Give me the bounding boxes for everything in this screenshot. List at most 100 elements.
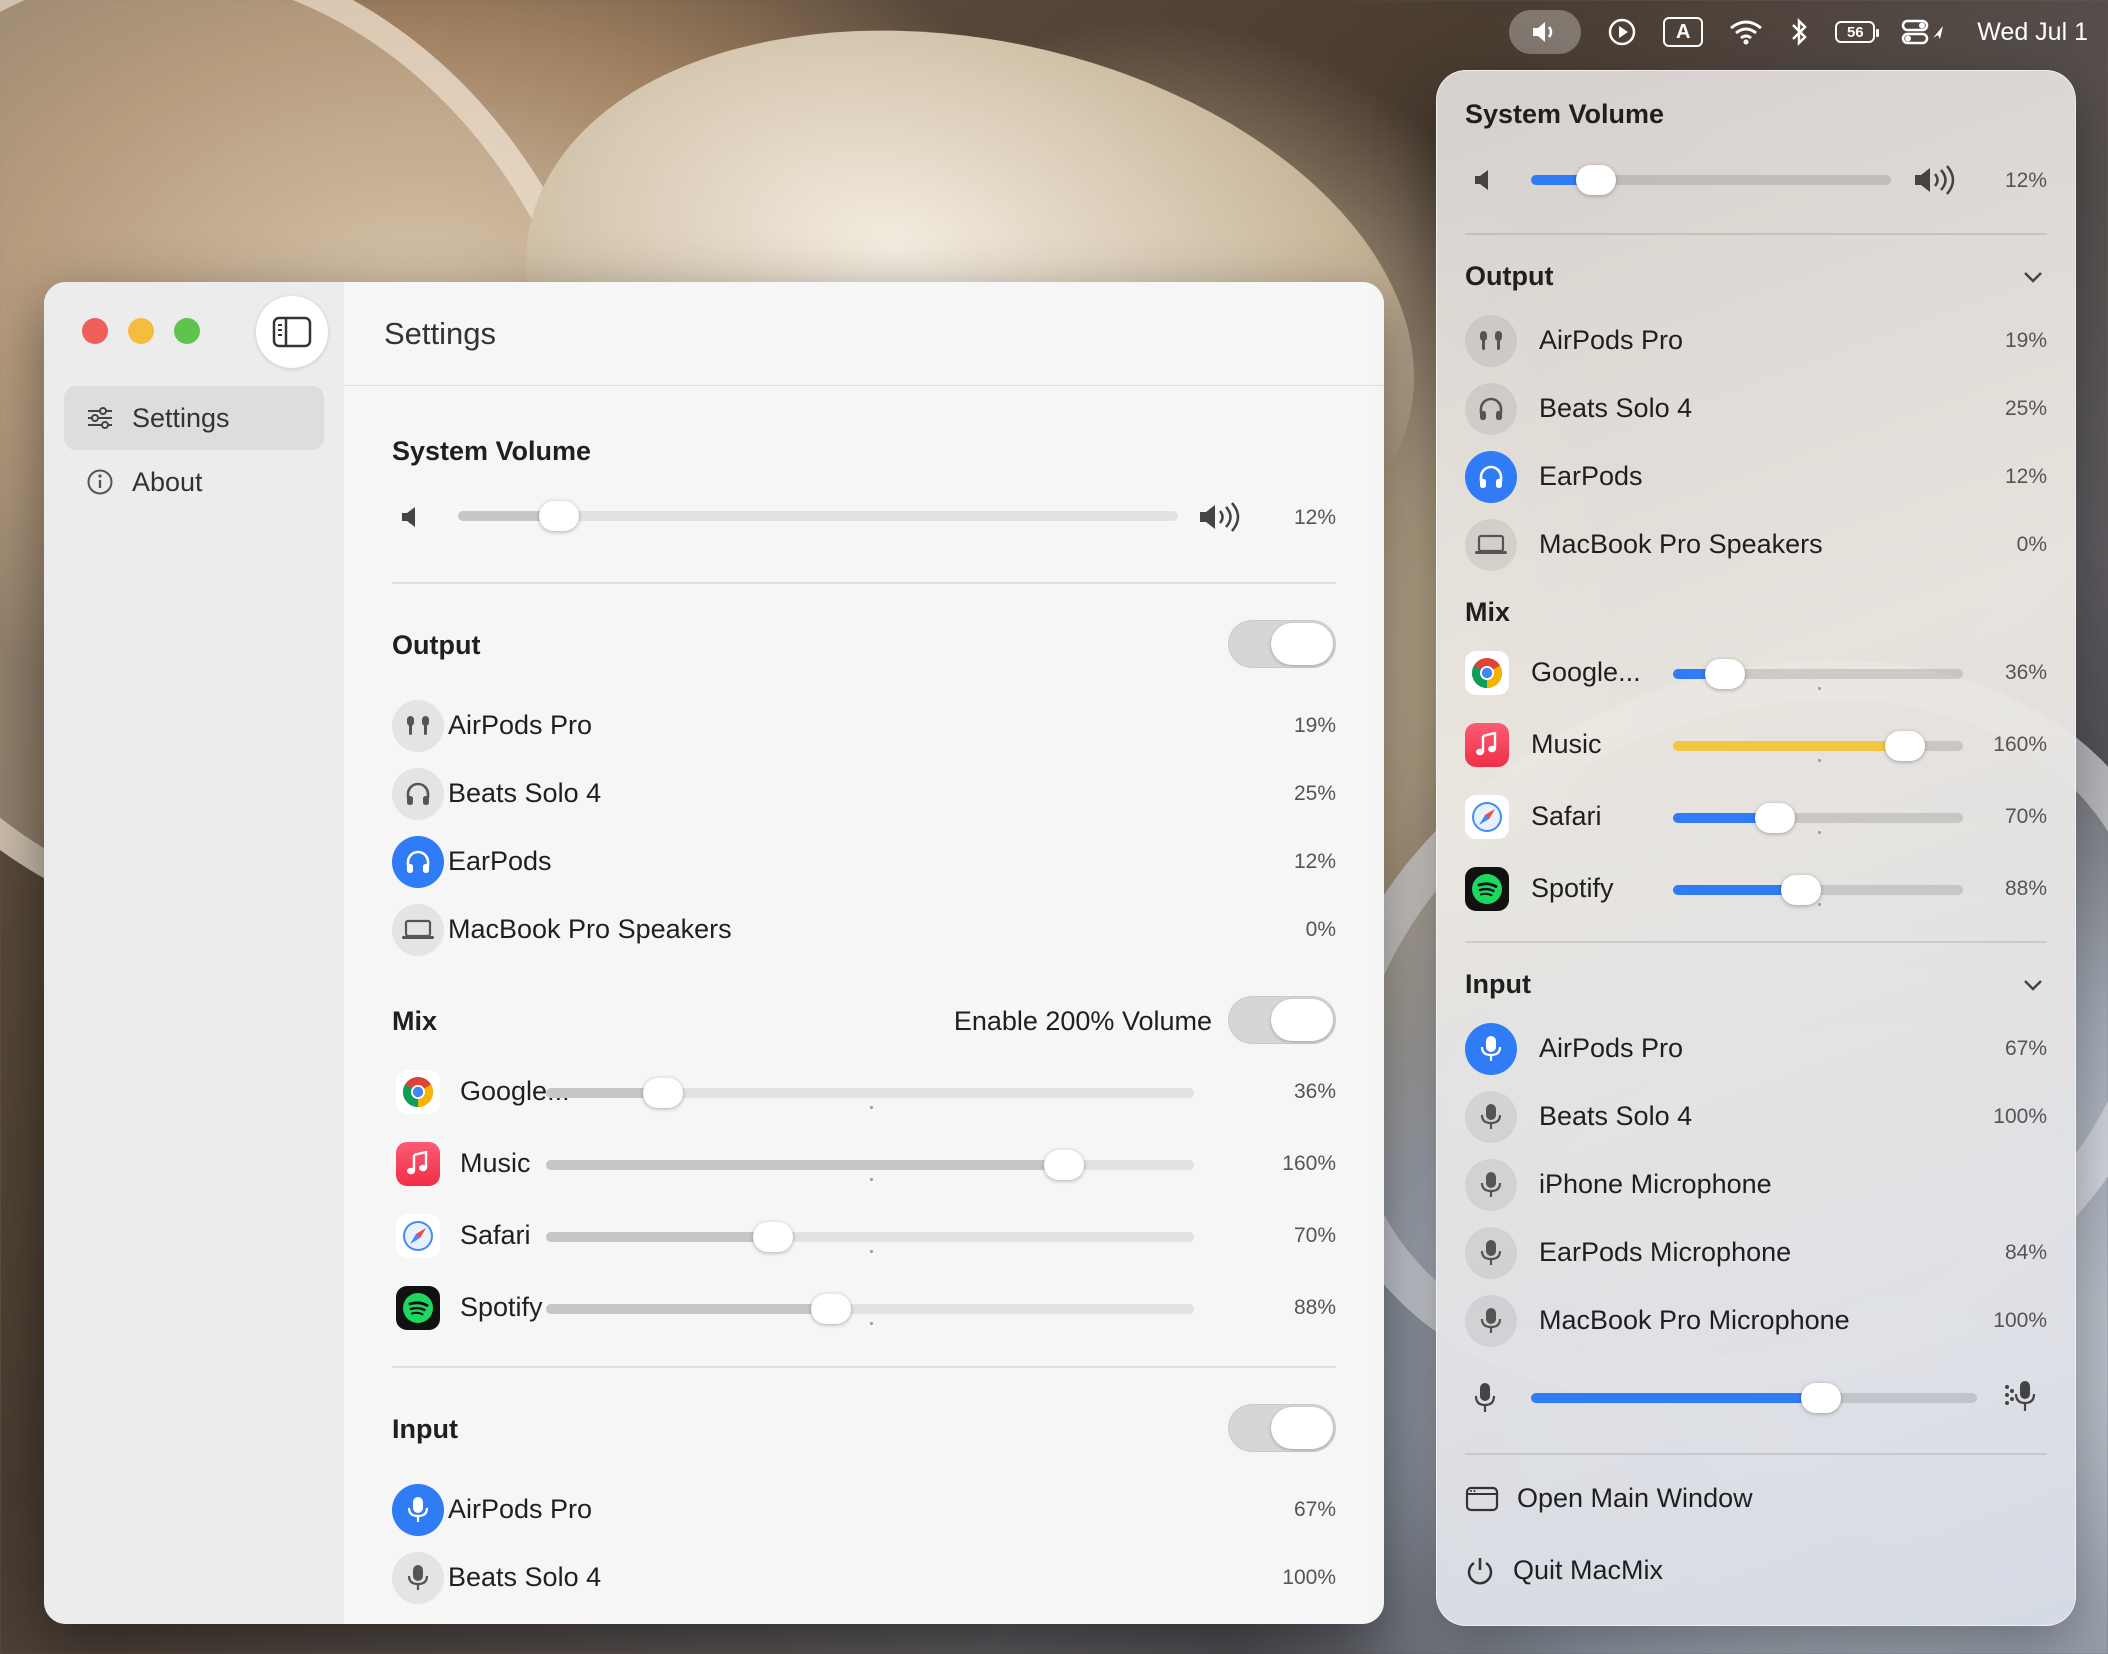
device-name: MacBook Pro Microphone — [1539, 1305, 1850, 1335]
app-volume-slider[interactable] — [546, 1150, 1194, 1180]
chevron-down-icon[interactable] — [2021, 973, 2045, 997]
microphone-icon — [392, 1552, 444, 1604]
quit-button[interactable]: Quit MacMix — [1465, 1555, 1663, 1586]
slider-tick — [1818, 831, 1821, 834]
device-name: iPhone Microphone — [1539, 1169, 1772, 1199]
slider-tick — [1818, 687, 1821, 690]
slider-thumb[interactable] — [1801, 1383, 1841, 1413]
main-window: Settings About Settings System Volume 12… — [44, 282, 1384, 1624]
slider-thumb[interactable] — [811, 1294, 851, 1324]
safari-icon — [396, 1214, 440, 1258]
slider-thumb[interactable] — [1885, 731, 1925, 761]
close-button[interactable] — [82, 318, 108, 344]
output-device-row[interactable]: EarPods 12% — [344, 832, 1384, 892]
app-volume: 36% — [1293, 1080, 1336, 1103]
headphones-icon — [1465, 383, 1517, 435]
bluetooth-icon[interactable] — [1789, 10, 1809, 54]
output-device-row[interactable]: MacBook Pro Speakers 0% — [1437, 515, 2075, 575]
slider-thumb[interactable] — [1576, 165, 1616, 195]
input-toggle[interactable] — [1228, 1404, 1336, 1452]
output-toggle[interactable] — [1228, 620, 1336, 668]
minimize-button[interactable] — [128, 318, 154, 344]
sidebar-item-label: About — [132, 466, 203, 497]
input-device-row[interactable]: Beats Solo 4 100% — [344, 1548, 1384, 1608]
app-volume-slider[interactable] — [1673, 659, 1963, 689]
slider-thumb[interactable] — [753, 1222, 793, 1252]
zoom-button[interactable] — [174, 318, 200, 344]
slider-thumb[interactable] — [1705, 659, 1745, 689]
output-device-row[interactable]: AirPods Pro 19% — [344, 696, 1384, 756]
microphone-icon — [1474, 1383, 1496, 1412]
battery-icon[interactable]: 56 — [1835, 10, 1880, 54]
app-volume-slider[interactable] — [1673, 875, 1963, 905]
app-volume: 88% — [2004, 877, 2047, 900]
enable-200-toggle[interactable] — [1228, 996, 1336, 1044]
input-device-row[interactable]: Beats Solo 4 100% — [1437, 1087, 2075, 1147]
slider-tick — [1818, 903, 1821, 906]
slider-thumb[interactable] — [1044, 1150, 1084, 1180]
slider-thumb[interactable] — [1755, 803, 1795, 833]
app-name: Spotify — [1531, 873, 1614, 903]
app-volume-slider[interactable] — [546, 1078, 1194, 1108]
mix-title: Mix — [1465, 597, 1511, 627]
control-center-icon[interactable] — [1901, 10, 1947, 54]
mix-app-row: Music 160% — [344, 1134, 1384, 1194]
input-device-row[interactable]: EarPods Microphone 84% — [1437, 1223, 2075, 1283]
menu-bar-clock[interactable]: Wed Jul 1 — [1977, 18, 2088, 47]
app-name: Music — [1531, 729, 1602, 759]
device-volume: 25% — [1293, 782, 1336, 805]
sidebar-item-settings[interactable]: Settings — [64, 386, 324, 450]
mix-app-row: Safari 70% — [344, 1206, 1384, 1266]
device-volume: 100% — [1282, 1566, 1336, 1589]
microphone-icon — [1465, 1023, 1517, 1075]
system-volume-slider[interactable] — [458, 501, 1178, 531]
play-circle-icon[interactable] — [1607, 10, 1637, 54]
output-device-row[interactable]: EarPods 12% — [1437, 447, 2075, 507]
sliders-icon — [88, 407, 112, 429]
speaker-high-icon — [1200, 502, 1240, 532]
microphone-loud-icon — [2005, 1381, 2036, 1411]
output-device-row[interactable]: MacBook Pro Speakers 0% — [344, 900, 1384, 960]
menu-bar: A 56 Wed Jul 1 — [1420, 0, 2108, 64]
sidebar-item-about[interactable]: About — [64, 450, 324, 514]
input-source-icon[interactable]: A — [1663, 10, 1704, 54]
mix-title: Mix — [392, 1006, 438, 1036]
open-main-window-button[interactable]: Open Main Window — [1465, 1483, 1753, 1514]
slider-tick — [870, 1250, 873, 1253]
device-volume: 19% — [2004, 329, 2047, 352]
quit-label: Quit MacMix — [1513, 1555, 1664, 1585]
slider-thumb[interactable] — [539, 501, 579, 531]
input-device-row[interactable]: AirPods Pro 67% — [1437, 1019, 2075, 1079]
input-device-row[interactable]: AirPods Pro 67% — [344, 1480, 1384, 1540]
input-device-row[interactable]: MacBook Pro Microphone 100% — [1437, 1291, 2075, 1351]
app-volume-slider[interactable] — [546, 1294, 1194, 1324]
output-device-row[interactable]: Beats Solo 4 25% — [344, 764, 1384, 824]
app-volume: 36% — [2004, 661, 2047, 684]
chevron-down-icon[interactable] — [2021, 265, 2045, 289]
app-volume-slider[interactable] — [546, 1222, 1194, 1252]
speaker-icon[interactable] — [1509, 10, 1582, 54]
app-volume-slider[interactable] — [1673, 803, 1963, 833]
app-volume: 160% — [1282, 1152, 1336, 1175]
microphone-icon — [1465, 1295, 1517, 1347]
input-device-row[interactable]: iPhone Microphone — [1437, 1155, 2075, 1215]
slider-thumb[interactable] — [643, 1078, 683, 1108]
slider-fill — [546, 1232, 773, 1242]
sidebar-toggle-button[interactable] — [256, 296, 328, 368]
input-level-slider[interactable] — [1531, 1383, 1977, 1413]
spotify-icon — [396, 1286, 440, 1330]
device-name: Beats Solo 4 — [1539, 1101, 1693, 1131]
slider-thumb[interactable] — [1781, 875, 1821, 905]
device-volume: 100% — [1993, 1309, 2047, 1332]
device-volume: 84% — [2004, 1241, 2047, 1264]
output-device-row[interactable]: Beats Solo 4 25% — [1437, 379, 2075, 439]
divider — [392, 582, 1336, 584]
system-volume-slider[interactable] — [1531, 165, 1891, 195]
app-volume: 88% — [1293, 1296, 1336, 1319]
output-device-row[interactable]: AirPods Pro 19% — [1437, 311, 2075, 371]
device-volume: 19% — [1293, 714, 1336, 737]
wifi-icon[interactable] — [1729, 10, 1763, 54]
divider — [1465, 233, 2047, 235]
app-volume-slider[interactable] — [1673, 731, 1963, 761]
system-volume-title: System Volume — [392, 436, 592, 466]
